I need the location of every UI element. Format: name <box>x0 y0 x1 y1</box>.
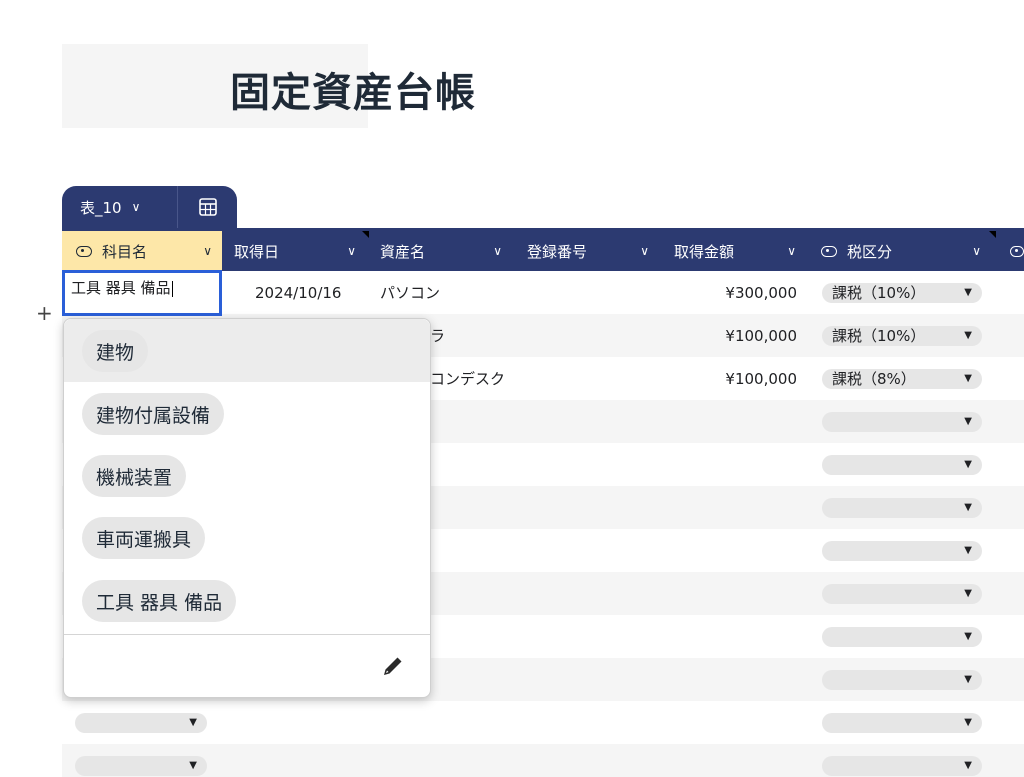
tax-dropdown[interactable]: ▼ <box>822 497 982 518</box>
chevron-down-icon[interactable]: ∨ <box>347 244 366 258</box>
column-header-asset-name[interactable]: 資産名 ∨ <box>380 231 512 271</box>
chevron-down-icon[interactable]: ∨ <box>972 244 991 258</box>
account-options-dropdown: 建物 建物付属設備 機械装置 車両運搬具 工具 器具 備品 <box>63 318 431 698</box>
chevron-down-icon[interactable]: ∨ <box>787 244 806 258</box>
cell-edit-value: 工具 器具 備品 <box>71 279 171 297</box>
tax-dropdown[interactable]: ▼ <box>822 626 982 647</box>
option-vehicles[interactable]: 車両運搬具 <box>82 517 206 559</box>
table-row-empty[interactable]: ▼ ▼ <box>62 701 1024 744</box>
table-name-selector[interactable]: 表_10 ∨ <box>62 186 178 228</box>
caret-down-icon: ▼ <box>964 674 972 685</box>
option-building-equipment[interactable]: 建物付属設備 <box>82 393 225 435</box>
option-machinery[interactable]: 機械装置 <box>82 455 187 497</box>
cell-corner-marker <box>989 231 996 238</box>
cell-tax: ▼ <box>822 615 982 658</box>
active-cell-editor[interactable]: 工具 器具 備品 <box>62 270 222 316</box>
column-label: 取得日 <box>234 242 280 261</box>
column-label: 登録番号 <box>527 242 588 261</box>
tax-dropdown[interactable]: ▼ <box>822 454 982 475</box>
tax-dropdown[interactable]: 課税（10%） ▼ <box>822 325 982 346</box>
dropdown-divider <box>64 634 430 635</box>
cell-amount[interactable]: ¥300,000 <box>674 271 797 314</box>
cell-tax: ▼ <box>822 744 982 777</box>
chevron-down-icon: ∨ <box>131 200 141 214</box>
caret-down-icon: ▼ <box>964 373 972 384</box>
account-dropdown[interactable]: ▼ <box>75 755 207 776</box>
tax-dropdown[interactable]: ▼ <box>822 411 982 432</box>
caret-down-icon: ▼ <box>964 545 972 556</box>
cell-tax: ▼ <box>822 701 982 744</box>
cell-date[interactable]: 2024/10/16 <box>255 271 341 314</box>
caret-down-icon: ▼ <box>964 717 972 728</box>
cell-tax: ▼ <box>822 529 982 572</box>
cell-tax: ▼ <box>822 400 982 443</box>
cell-amount[interactable]: ¥100,000 <box>674 314 797 357</box>
tax-dropdown[interactable]: ▼ <box>822 712 982 733</box>
tax-dropdown[interactable]: ▼ <box>822 669 982 690</box>
cell-tax: 課税（8%） ▼ <box>822 357 982 400</box>
table-row-empty[interactable]: ▼ ▼ <box>62 744 1024 777</box>
column-label: 科目名 <box>102 242 148 261</box>
caret-down-icon: ▼ <box>964 416 972 427</box>
column-header-account[interactable]: 科目名 ∨ <box>62 231 222 271</box>
tax-dropdown[interactable]: 課税（8%） ▼ <box>822 368 982 389</box>
cell-tax: ▼ <box>822 486 982 529</box>
option-building[interactable]: 建物 <box>82 330 149 372</box>
text-cursor <box>171 280 173 297</box>
calculator-icon[interactable] <box>178 197 237 217</box>
caret-down-icon: ▼ <box>189 717 197 728</box>
caret-down-icon: ▼ <box>964 502 972 513</box>
tax-dropdown[interactable]: 課税（10%） ▼ <box>822 282 982 303</box>
cell-tax: ▼ <box>822 443 982 486</box>
option-tools-fixtures[interactable]: 工具 器具 備品 <box>82 580 237 622</box>
column-header-date[interactable]: 取得日 ∨ <box>234 231 366 271</box>
tax-value: 課税（8%） <box>832 370 916 388</box>
caret-down-icon: ▼ <box>964 631 972 642</box>
chevron-down-icon[interactable]: ∨ <box>203 244 222 258</box>
cell-account: ▼ <box>75 744 207 777</box>
cell-asset-name[interactable]: ラ <box>430 314 445 357</box>
caret-down-icon: ▼ <box>964 459 972 470</box>
table-name: 表_10 <box>80 198 122 217</box>
tax-dropdown[interactable]: ▼ <box>822 583 982 604</box>
account-dropdown[interactable]: ▼ <box>75 712 207 733</box>
cell-account: ▼ <box>75 701 207 744</box>
caret-down-icon: ▼ <box>964 330 972 341</box>
circle-select-icon <box>1010 245 1024 257</box>
column-header-amount[interactable]: 取得金額 ∨ <box>674 231 806 271</box>
caret-down-icon: ▼ <box>964 760 972 771</box>
column-header-tax[interactable]: 税区分 ∨ <box>821 231 991 271</box>
caret-down-icon: ▼ <box>964 287 972 298</box>
column-label: 資産名 <box>380 242 426 261</box>
tax-dropdown[interactable]: ▼ <box>822 540 982 561</box>
column-header-next[interactable] <box>1010 231 1024 271</box>
table-tab[interactable]: 表_10 ∨ <box>62 186 237 228</box>
column-header-registration-no[interactable]: 登録番号 ∨ <box>527 231 659 271</box>
cell-asset-name[interactable]: パソコン <box>380 271 440 314</box>
caret-down-icon: ▼ <box>189 760 197 771</box>
column-label: 税区分 <box>847 242 893 261</box>
page-title: 固定資産台帳 <box>230 70 476 116</box>
cell-corner-marker <box>362 231 369 238</box>
cell-tax: 課税（10%） ▼ <box>822 314 982 357</box>
add-row-plus-icon[interactable]: + <box>36 303 53 323</box>
caret-down-icon: ▼ <box>964 588 972 599</box>
cell-tax: ▼ <box>822 572 982 615</box>
cell-asset-name[interactable]: コンデスク <box>430 357 505 400</box>
tax-dropdown[interactable]: ▼ <box>822 755 982 776</box>
cell-tax: 課税（10%） ▼ <box>822 271 982 314</box>
cell-tax: ▼ <box>822 658 982 701</box>
cell-amount[interactable]: ¥100,000 <box>674 357 797 400</box>
chevron-down-icon[interactable]: ∨ <box>493 244 512 258</box>
circle-select-icon <box>76 245 92 257</box>
circle-select-icon <box>821 245 837 257</box>
tax-value: 課税（10%） <box>832 327 926 345</box>
pencil-icon[interactable] <box>380 653 406 683</box>
column-label: 取得金額 <box>674 242 735 261</box>
table-header-row: 科目名 ∨ 取得日 ∨ 資産名 ∨ 登録番号 ∨ 取得金額 ∨ 税区分 ∨ <box>62 231 1024 271</box>
tax-value: 課税（10%） <box>832 284 926 302</box>
chevron-down-icon[interactable]: ∨ <box>640 244 659 258</box>
